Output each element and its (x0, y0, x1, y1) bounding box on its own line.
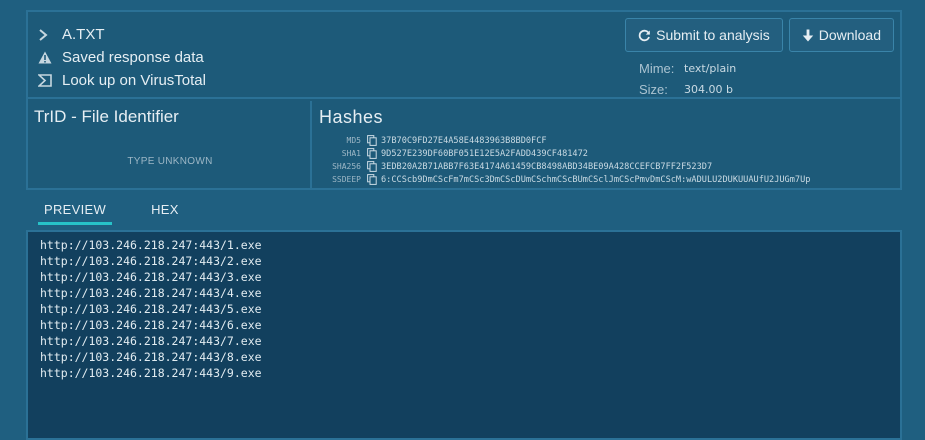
action-buttons: Submit to analysis Download (625, 18, 894, 52)
hash-key: SHA256 (332, 162, 361, 171)
tab-hex[interactable]: HEX (145, 198, 185, 225)
mime-label: Mime: (639, 61, 675, 76)
file-meta: Mime: text/plain Size: 304.00 b (639, 58, 736, 100)
tab-preview[interactable]: PREVIEW (38, 198, 113, 225)
refresh-icon (638, 29, 651, 42)
hash-row-md5: MD5 37B70C9FD27E4A58E4483963B8BD0FCF (314, 134, 810, 147)
saved-response-label: Saved response data (38, 46, 206, 69)
preview-line: http://103.246.218.247:443/4.exe (40, 286, 262, 300)
file-name: A.TXT (62, 26, 105, 43)
preview-pane[interactable]: http://103.246.218.247:443/1.exe http://… (26, 230, 902, 440)
size-label: Size: (639, 82, 668, 97)
hash-value: 6:CCScb9DmCScFm7mCSc3DmCScDUmCSchmCScBUm… (381, 174, 811, 185)
preview-line: http://103.246.218.247:443/2.exe (40, 254, 262, 268)
copy-icon[interactable] (367, 135, 381, 146)
view-tabs: PREVIEW HEX (38, 198, 218, 225)
hash-key: MD5 (346, 136, 361, 145)
file-header: A.TXT Saved response data Look up on Vir… (28, 12, 900, 99)
warning-icon (38, 51, 58, 64)
chevron-right-icon (38, 28, 58, 41)
file-name-toggle[interactable]: A.TXT (38, 23, 206, 46)
copy-icon[interactable] (367, 148, 381, 159)
download-label: Download (818, 27, 881, 43)
copy-icon[interactable] (367, 174, 381, 185)
size-value: 304.00 b (684, 83, 733, 96)
hash-row-ssdeep: SSDEEP 6:CCScb9DmCScFm7mCSc3DmCScDUmCSch… (314, 173, 810, 186)
hash-key: SSDEEP (332, 175, 361, 184)
download-arrow-icon (802, 29, 814, 42)
preview-line: http://103.246.218.247:443/5.exe (40, 302, 262, 316)
file-info-panel: A.TXT Saved response data Look up on Vir… (26, 10, 902, 190)
file-links: A.TXT Saved response data Look up on Vir… (38, 23, 206, 92)
saved-response-text: Saved response data (62, 49, 204, 66)
file-analysis-row: TrID - File Identifier TYPE UNKNOWN Hash… (28, 101, 900, 188)
preview-line: http://103.246.218.247:443/6.exe (40, 318, 262, 332)
mime-value: text/plain (684, 62, 737, 75)
hash-table: MD5 37B70C9FD27E4A58E4483963B8BD0FCF SHA… (314, 134, 810, 186)
virustotal-link[interactable]: Look up on VirusTotal (38, 69, 206, 92)
hash-value: 3EDB20A2B71ABB7F63E4174A61459CB8498ABD34… (381, 161, 713, 172)
hash-value: 9D527E239DF60BF051E12E5A2FADD439CF481472 (381, 148, 588, 159)
copy-icon[interactable] (367, 161, 381, 172)
size-row: Size: 304.00 b (639, 79, 736, 100)
hash-row-sha1: SHA1 9D527E239DF60BF051E12E5A2FADD439CF4… (314, 147, 810, 160)
download-button[interactable]: Download (788, 18, 894, 52)
hashes-section: Hashes MD5 37B70C9FD27E4A58E4483963B8BD0… (314, 101, 900, 188)
virustotal-icon (38, 74, 58, 87)
preview-line: http://103.246.218.247:443/9.exe (40, 366, 262, 380)
mime-row: Mime: text/plain (639, 58, 736, 79)
hash-value: 37B70C9FD27E4A58E4483963B8BD0FCF (381, 135, 547, 146)
submit-analysis-label: Submit to analysis (656, 27, 770, 43)
preview-line: http://103.246.218.247:443/7.exe (40, 334, 262, 348)
hashes-title: Hashes (319, 107, 384, 127)
virustotal-text: Look up on VirusTotal (62, 72, 206, 89)
preview-line: http://103.246.218.247:443/3.exe (40, 270, 262, 284)
trid-title: TrID - File Identifier (34, 107, 179, 126)
preview-line: http://103.246.218.247:443/8.exe (40, 350, 262, 364)
hash-row-sha256: SHA256 3EDB20A2B71ABB7F63E4174A61459CB84… (314, 160, 810, 173)
trid-status: TYPE UNKNOWN (127, 156, 213, 167)
preview-line: http://103.246.218.247:443/1.exe (40, 238, 262, 252)
submit-analysis-button[interactable]: Submit to analysis (625, 18, 783, 52)
trid-section: TrID - File Identifier TYPE UNKNOWN (28, 101, 312, 188)
hash-key: SHA1 (341, 149, 361, 158)
